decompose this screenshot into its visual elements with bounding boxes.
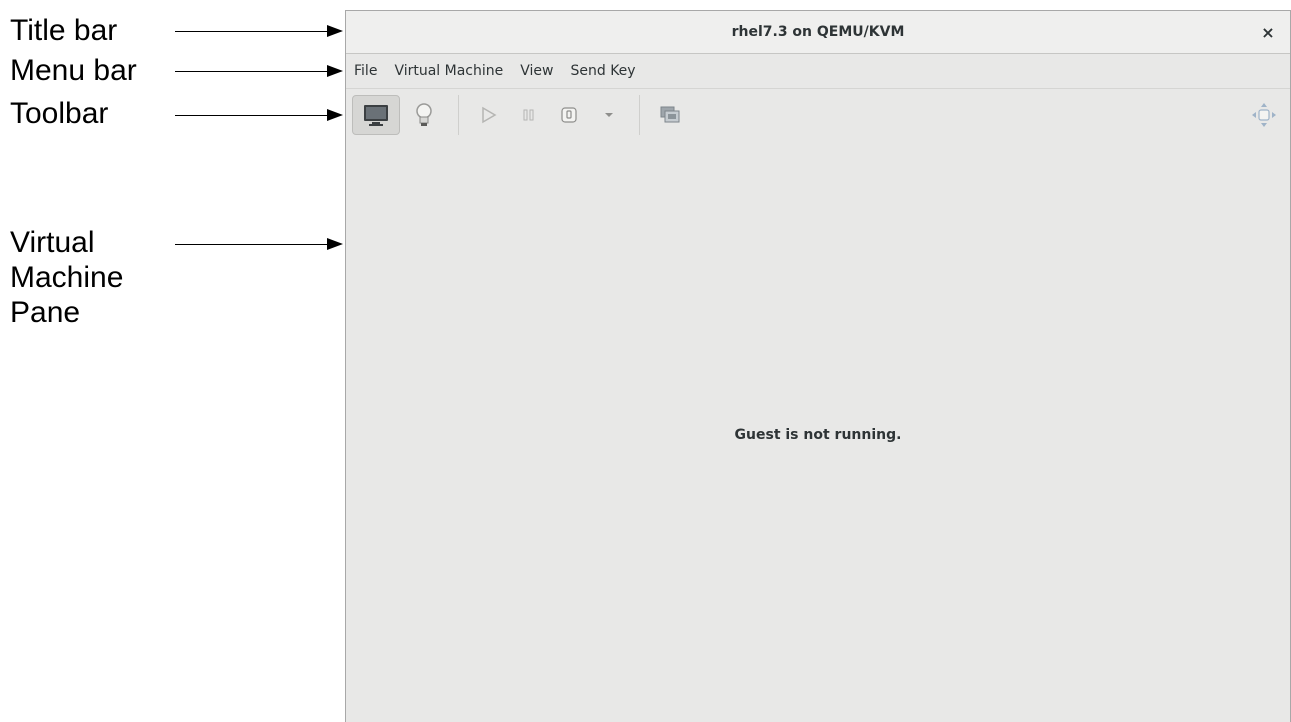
guest-status-message: Guest is not running. [734,427,902,443]
shutdown-button[interactable] [549,95,589,135]
menu-view[interactable]: View [520,63,553,79]
shutdown-menu-button[interactable] [589,95,629,135]
arrow-vm-pane-head [327,238,343,250]
console-view-button[interactable] [352,95,400,135]
annotation-vm-pane-line3: Pane [10,296,81,329]
arrow-menu-bar-line [175,71,327,72]
annotated-screenshot: Title bar Menu bar Toolbar Virtual Machi… [0,0,1291,722]
lightbulb-icon [416,103,432,126]
menu-bar: File Virtual Machine View Send Key [346,54,1290,89]
monitor-icon [364,105,388,126]
pause-button[interactable] [509,95,549,135]
menu-send-key[interactable]: Send Key [570,63,635,79]
title-bar[interactable]: rhel7.3 on QEMU/KVM × [346,11,1290,54]
power-icon [561,107,577,123]
menu-file[interactable]: File [354,63,377,79]
vm-window: rhel7.3 on QEMU/KVM × File Virtual Machi… [345,10,1291,722]
toolbar-separator [458,95,459,135]
arrow-toolbar-head [327,109,343,121]
annotation-title-bar: Title bar [10,14,118,47]
arrow-title-bar-head [327,25,343,37]
arrow-title-bar-line [175,31,327,32]
annotation-vm-pane-line2: Machine [10,261,124,294]
snapshots-button[interactable] [650,95,690,135]
play-icon [482,106,497,124]
toolbar [346,89,1290,141]
arrow-menu-bar-head [327,65,343,77]
annotation-vm-pane: Virtual Machine Pane [10,225,123,330]
annotation-menu-bar: Menu bar [10,54,137,87]
run-button[interactable] [469,95,509,135]
menu-virtual-machine[interactable]: Virtual Machine [394,63,503,79]
virtual-machine-pane[interactable]: Guest is not running. [346,142,1290,722]
toolbar-separator-2 [639,95,640,135]
arrow-toolbar-line [175,115,327,116]
screens-icon [660,106,680,123]
pause-icon [523,109,534,121]
details-view-button[interactable] [400,95,448,135]
close-icon[interactable]: × [1258,22,1278,42]
window-title: rhel7.3 on QEMU/KVM [731,24,905,40]
annotation-toolbar: Toolbar [10,97,109,130]
fullscreen-button[interactable] [1250,101,1278,129]
fullscreen-move-icon [1252,103,1276,127]
dropdown-arrow-icon [605,113,613,117]
annotation-vm-pane-line1: Virtual [10,226,95,259]
arrow-vm-pane-line [175,244,327,245]
